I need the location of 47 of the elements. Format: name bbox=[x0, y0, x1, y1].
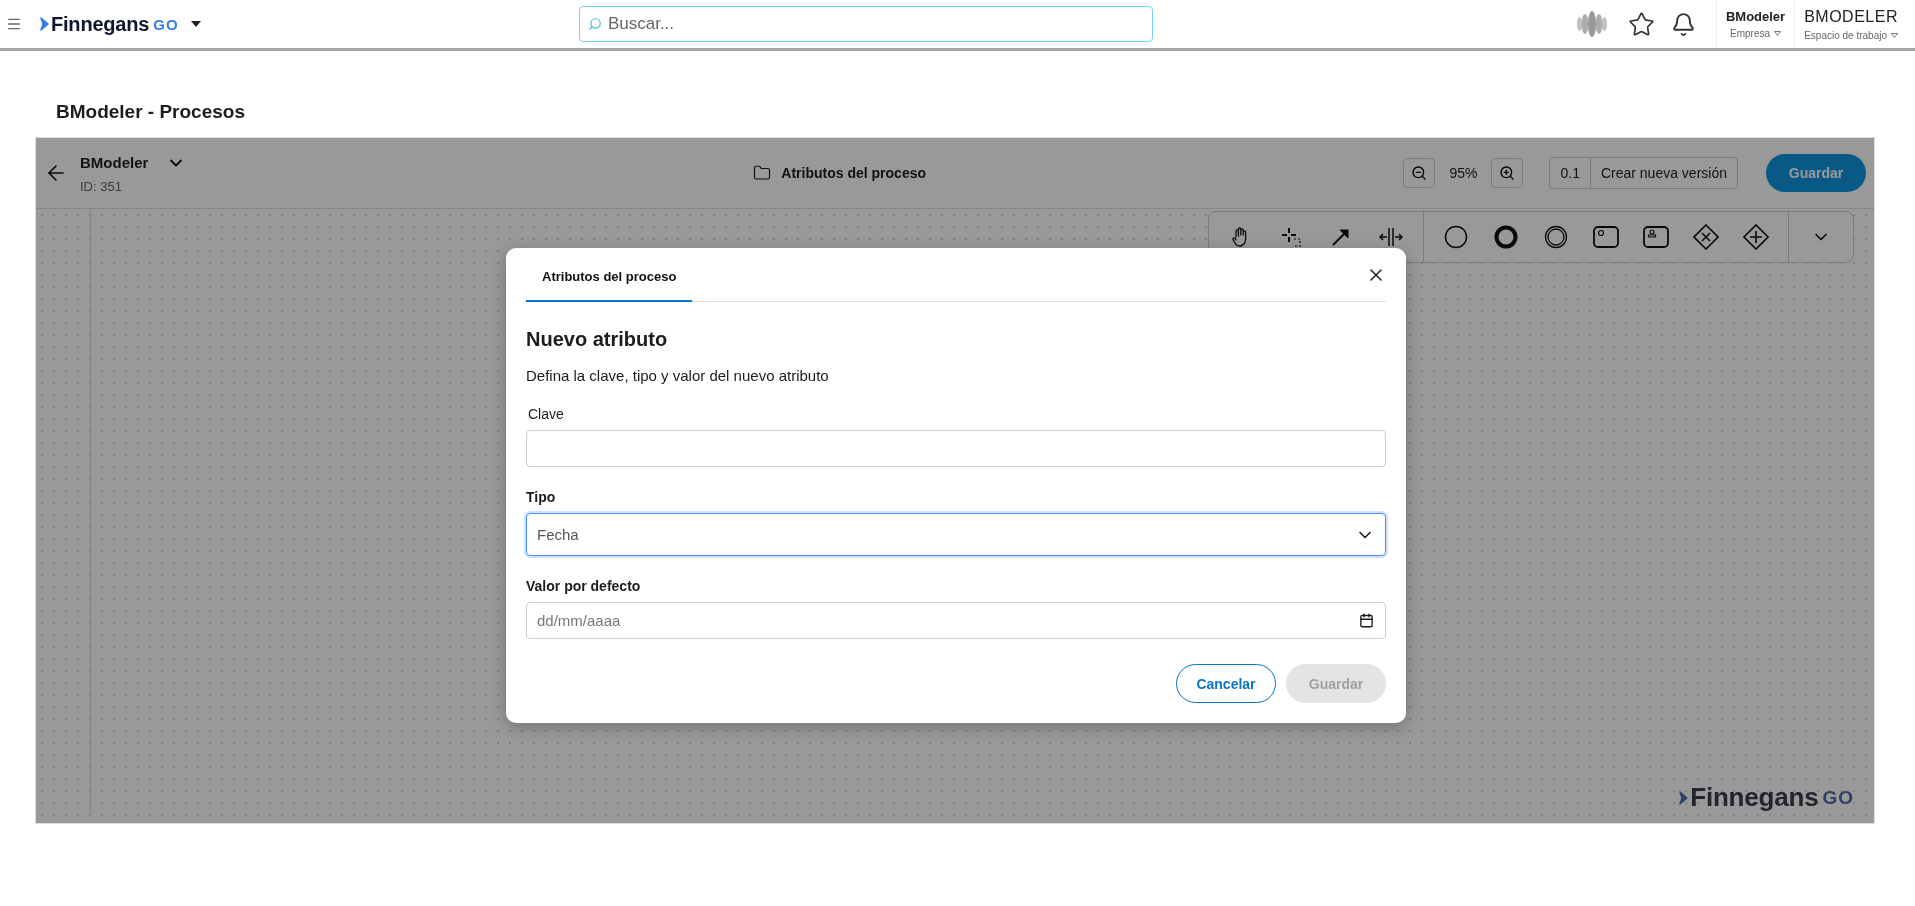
diamond-plus-icon bbox=[1743, 224, 1769, 250]
field-label: Tipo bbox=[526, 489, 557, 505]
double-circle-icon bbox=[1544, 225, 1568, 249]
tipo-select-field[interactable]: Fecha bbox=[526, 513, 1386, 556]
zoom-in-icon bbox=[1499, 165, 1516, 181]
dialog-title: Nuevo atributo bbox=[526, 328, 669, 351]
arrow-icon bbox=[1332, 228, 1350, 246]
diamond-x-icon bbox=[1693, 224, 1719, 250]
chevron-logo-icon bbox=[40, 17, 50, 31]
field-label: Clave bbox=[528, 406, 565, 422]
clave-input-field[interactable] bbox=[526, 430, 1386, 467]
caret-down-icon bbox=[1774, 31, 1782, 36]
sphere-logo-icon[interactable] bbox=[1575, 10, 1608, 38]
watermark-logo: Finnegans GO bbox=[1679, 782, 1854, 813]
cancel-button[interactable]: Cancelar bbox=[1176, 664, 1276, 703]
search-icon bbox=[587, 17, 602, 31]
zoom-out-button[interactable] bbox=[1403, 158, 1436, 188]
zoom-in-button[interactable] bbox=[1491, 158, 1524, 188]
calendar-icon[interactable] bbox=[1359, 613, 1374, 628]
folder-icon bbox=[753, 164, 772, 182]
circle-icon bbox=[1444, 225, 1468, 249]
bell-icon[interactable] bbox=[1670, 11, 1696, 37]
page-title: BModeler - Procesos bbox=[55, 100, 246, 124]
company-selector[interactable]: BModeler Empresa bbox=[1715, 0, 1795, 48]
split-arrows-icon bbox=[1379, 227, 1403, 247]
process-id: ID: 351 bbox=[80, 178, 123, 194]
brand-logo: Finnegans GO bbox=[40, 12, 179, 36]
chevron-logo-icon bbox=[1679, 790, 1690, 805]
process-name: BModeler bbox=[80, 154, 149, 171]
star-icon[interactable] bbox=[1627, 10, 1655, 38]
workspace-selector[interactable]: BMODELER Espacio de trabajo bbox=[1794, 0, 1907, 48]
caret-icon[interactable] bbox=[190, 21, 201, 27]
crosshair-select-icon bbox=[1281, 227, 1301, 247]
user-task-icon bbox=[1643, 226, 1669, 248]
date-input-field[interactable]: dd/mm/aaaa bbox=[526, 602, 1386, 639]
zoom-out-icon bbox=[1411, 165, 1428, 181]
new-version-button[interactable]: Crear nueva versión bbox=[1590, 158, 1737, 188]
field-label: Valor por defecto bbox=[526, 578, 642, 594]
zoom-level: 95% bbox=[1448, 165, 1479, 181]
version-number: 0.1 bbox=[1550, 158, 1591, 188]
section-title: Atributos del proceso bbox=[781, 165, 927, 181]
search-field[interactable]: Buscar... bbox=[578, 6, 1153, 42]
thick-circle-icon bbox=[1494, 225, 1518, 249]
dialog-tab[interactable]: Atributos del proceso bbox=[526, 269, 693, 302]
caret-down-icon bbox=[1891, 32, 1898, 38]
dialog-description: Defina la clave, tipo y valor del nuevo atributo bbox=[526, 367, 830, 384]
menu-icon[interactable] bbox=[6, 16, 22, 32]
